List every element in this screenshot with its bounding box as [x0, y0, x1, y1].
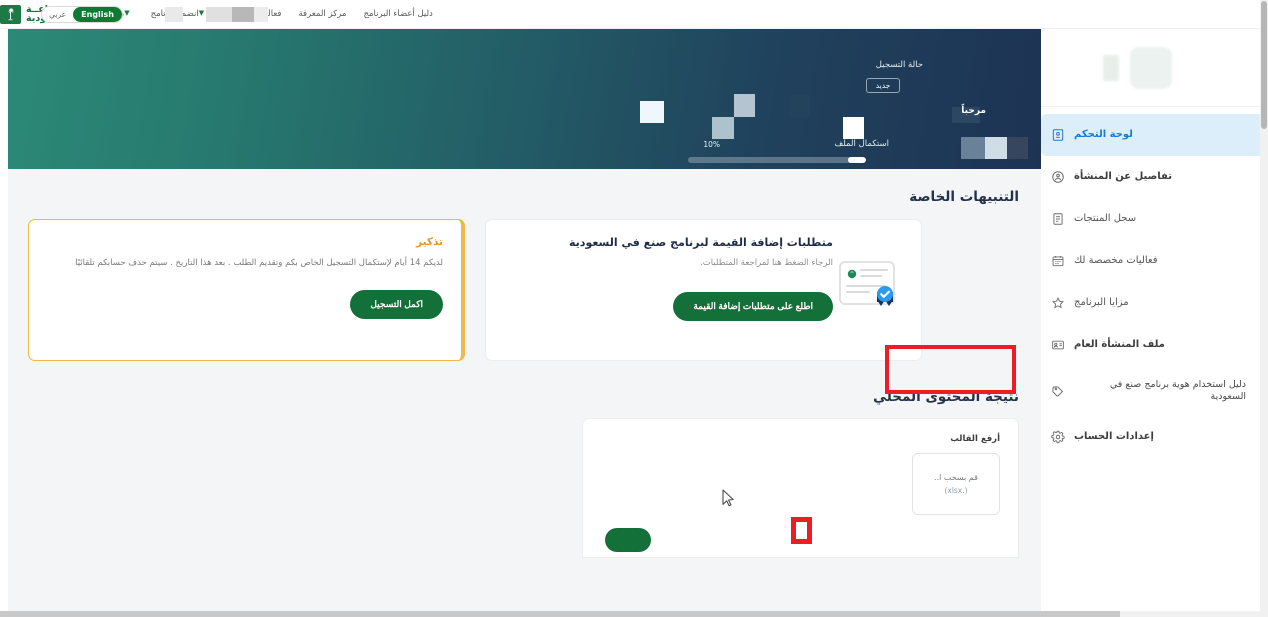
redacted-block: [165, 7, 183, 22]
redacted-block: [843, 117, 864, 139]
local-content-section-title: نتيجة المحتوى المحلي: [873, 389, 1019, 405]
certificate-badge-icon: [837, 258, 901, 314]
registration-status-label: حالة التسجيل: [875, 60, 923, 70]
value-add-requirements-card: متطلبات إضافة القيمة لبرنامج صنع في السع…: [485, 219, 922, 361]
sidebar-item-identity-guide-label: دليل استخدام هوية برنامج صنع في السعودية: [1109, 379, 1246, 402]
nav-item-knowledge-center[interactable]: مركز المعرفة: [299, 9, 347, 19]
alert-action-wrap: اكمل التسجيل: [47, 290, 443, 320]
profile-completion-label: استكمال الملف: [834, 139, 889, 149]
redacted-block: [254, 7, 268, 22]
redacted-block: [232, 7, 254, 22]
sidebar-item-products-log[interactable]: سجل المنتجات: [1041, 198, 1260, 240]
building-info-icon: [1051, 170, 1065, 184]
redacted-block: [961, 137, 985, 159]
value-card-subtitle: الرجاء الضغط هنا لمراجعة المتطلبات.: [700, 258, 833, 268]
reminder-alert-card: تذكير لديكم 14 أيام لإستكمال التسجيل الخ…: [28, 219, 465, 361]
alert-body: لديكم 14 أيام لإستكمال التسجيل الخاص بكم…: [75, 258, 443, 268]
vertical-scrollbar-thumb[interactable]: [1261, 1, 1267, 129]
products-list-icon: [1051, 212, 1065, 226]
palm-tree-icon: [0, 4, 21, 24]
sidebar-item-entity-details-label: تفاصيل عن المنشأة: [1074, 170, 1172, 182]
hero-greeting: مرحباً: [961, 106, 986, 116]
status-badge: جديد: [866, 78, 900, 93]
value-card-action-wrap: اطلع على متطلبات إضافة القيمة: [506, 292, 833, 321]
redacted-block: [712, 117, 734, 139]
sidebar-item-account-settings[interactable]: إعدادات الحساب: [1041, 416, 1260, 458]
sidebar-item-program-benefits[interactable]: مزايا البرنامج: [1041, 282, 1260, 324]
redacted-block: [734, 94, 755, 117]
app-screen: صنـــاعــة سعودية من نحن ▼ انضم للبرنامج…: [0, 0, 1268, 617]
sidebar-item-public-profile[interactable]: ملف المنشأة العام: [1041, 324, 1260, 366]
page-left-edge: [0, 29, 8, 617]
id-card-icon: [1051, 338, 1065, 352]
upload-template-label: أرفع القالب: [950, 434, 1000, 444]
sidebar-company-logo: [1041, 29, 1260, 107]
chevron-down-icon: ▼: [124, 9, 130, 17]
cards-row: تذكير لديكم 14 أيام لإستكمال التسجيل الخ…: [28, 219, 1019, 361]
language-option-english[interactable]: English: [73, 7, 122, 22]
chevron-down-icon: ▼: [198, 9, 205, 17]
sidebar-item-entity-details[interactable]: تفاصيل عن المنشأة: [1041, 156, 1260, 198]
value-card-title: متطلبات إضافة القيمة لبرنامج صنع في السع…: [569, 236, 833, 249]
logo-redaction: [1103, 55, 1119, 81]
view-value-requirements-button[interactable]: اطلع على متطلبات إضافة القيمة: [673, 292, 833, 321]
tag-icon: [1051, 384, 1065, 398]
profile-completion-progressbar: [688, 157, 866, 163]
language-toggle[interactable]: English عربي: [41, 6, 123, 23]
star-icon: [1051, 296, 1065, 310]
dropzone-hint: قم بسحب ا..: [934, 473, 978, 482]
dropzone-format: (.xlsx): [944, 486, 968, 495]
main-content: التنبيهات الخاصة تذكير لديكم 14 أيام لإس…: [0, 169, 1041, 617]
sidebar-item-account-settings-label: إعدادات الحساب: [1074, 430, 1154, 442]
sidebar-item-public-profile-label: ملف المنشأة العام: [1074, 338, 1165, 350]
sidebar-item-custom-events[interactable]: فعاليات مخصصة لك: [1041, 240, 1260, 282]
vertical-scrollbar[interactable]: [1260, 0, 1268, 617]
dashboard-icon: [1051, 128, 1065, 142]
redacted-block: [1007, 137, 1028, 159]
gear-icon: [1051, 430, 1065, 444]
sidebar-nav: لوحة التحكم تفاصيل عن المنشأة سجل المنتج…: [1041, 107, 1266, 458]
local-content-action-wrap: [601, 528, 1000, 552]
hero-banner: مرحباً حالة التسجيل جديد استكمال الملف 1…: [0, 29, 1041, 169]
top-navigation-bar: صنـــاعــة سعودية من نحن ▼ انضم للبرنامج…: [0, 0, 1260, 29]
complete-registration-button[interactable]: اكمل التسجيل: [350, 290, 443, 320]
redacted-block: [985, 137, 1007, 159]
avatar: [1129, 46, 1172, 89]
nav-item-knowledge-center-label: مركز المعرفة: [298, 9, 347, 19]
sidebar-item-program-benefits-label: مزايا البرنامج: [1074, 296, 1129, 308]
profile-completion-percent: 10%: [703, 140, 720, 149]
language-option-arabic[interactable]: عربي: [42, 10, 73, 19]
sidebar: لوحة التحكم تفاصيل عن المنشأة سجل المنتج…: [1041, 29, 1266, 617]
redacted-block: [789, 95, 810, 117]
value-card-main: متطلبات إضافة القيمة لبرنامج صنع في السع…: [506, 236, 833, 346]
horizontal-scrollbar-thumb[interactable]: [0, 611, 1120, 617]
local-content-panel: أرفع القالب قم بسحب ا.. (.xlsx): [582, 418, 1019, 558]
redacted-block: [640, 101, 664, 123]
calendar-icon: [1051, 254, 1065, 268]
alert-title: تذكير: [416, 236, 443, 248]
local-content-submit-button[interactable]: [605, 528, 651, 552]
sidebar-item-identity-guide[interactable]: دليل استخدام هوية برنامج صنع في السعودية: [1041, 366, 1260, 416]
sidebar-item-products-log-label: سجل المنتجات: [1074, 212, 1137, 224]
nav-item-members-directory-label: دليل أعضاء البرنامج: [363, 9, 433, 19]
horizontal-scrollbar[interactable]: [0, 611, 1268, 617]
sidebar-item-dashboard-label: لوحة التحكم: [1074, 128, 1133, 140]
redacted-block: [206, 7, 232, 22]
page-title: التنبيهات الخاصة: [909, 189, 1019, 205]
sidebar-item-custom-events-label: فعاليات مخصصة لك: [1074, 254, 1158, 266]
template-upload-dropzone[interactable]: قم بسحب ا.. (.xlsx): [912, 453, 1000, 515]
progress-fill: [848, 157, 866, 163]
sidebar-item-dashboard[interactable]: لوحة التحكم: [1041, 114, 1266, 156]
nav-item-members-directory[interactable]: دليل أعضاء البرنامج: [363, 9, 432, 19]
